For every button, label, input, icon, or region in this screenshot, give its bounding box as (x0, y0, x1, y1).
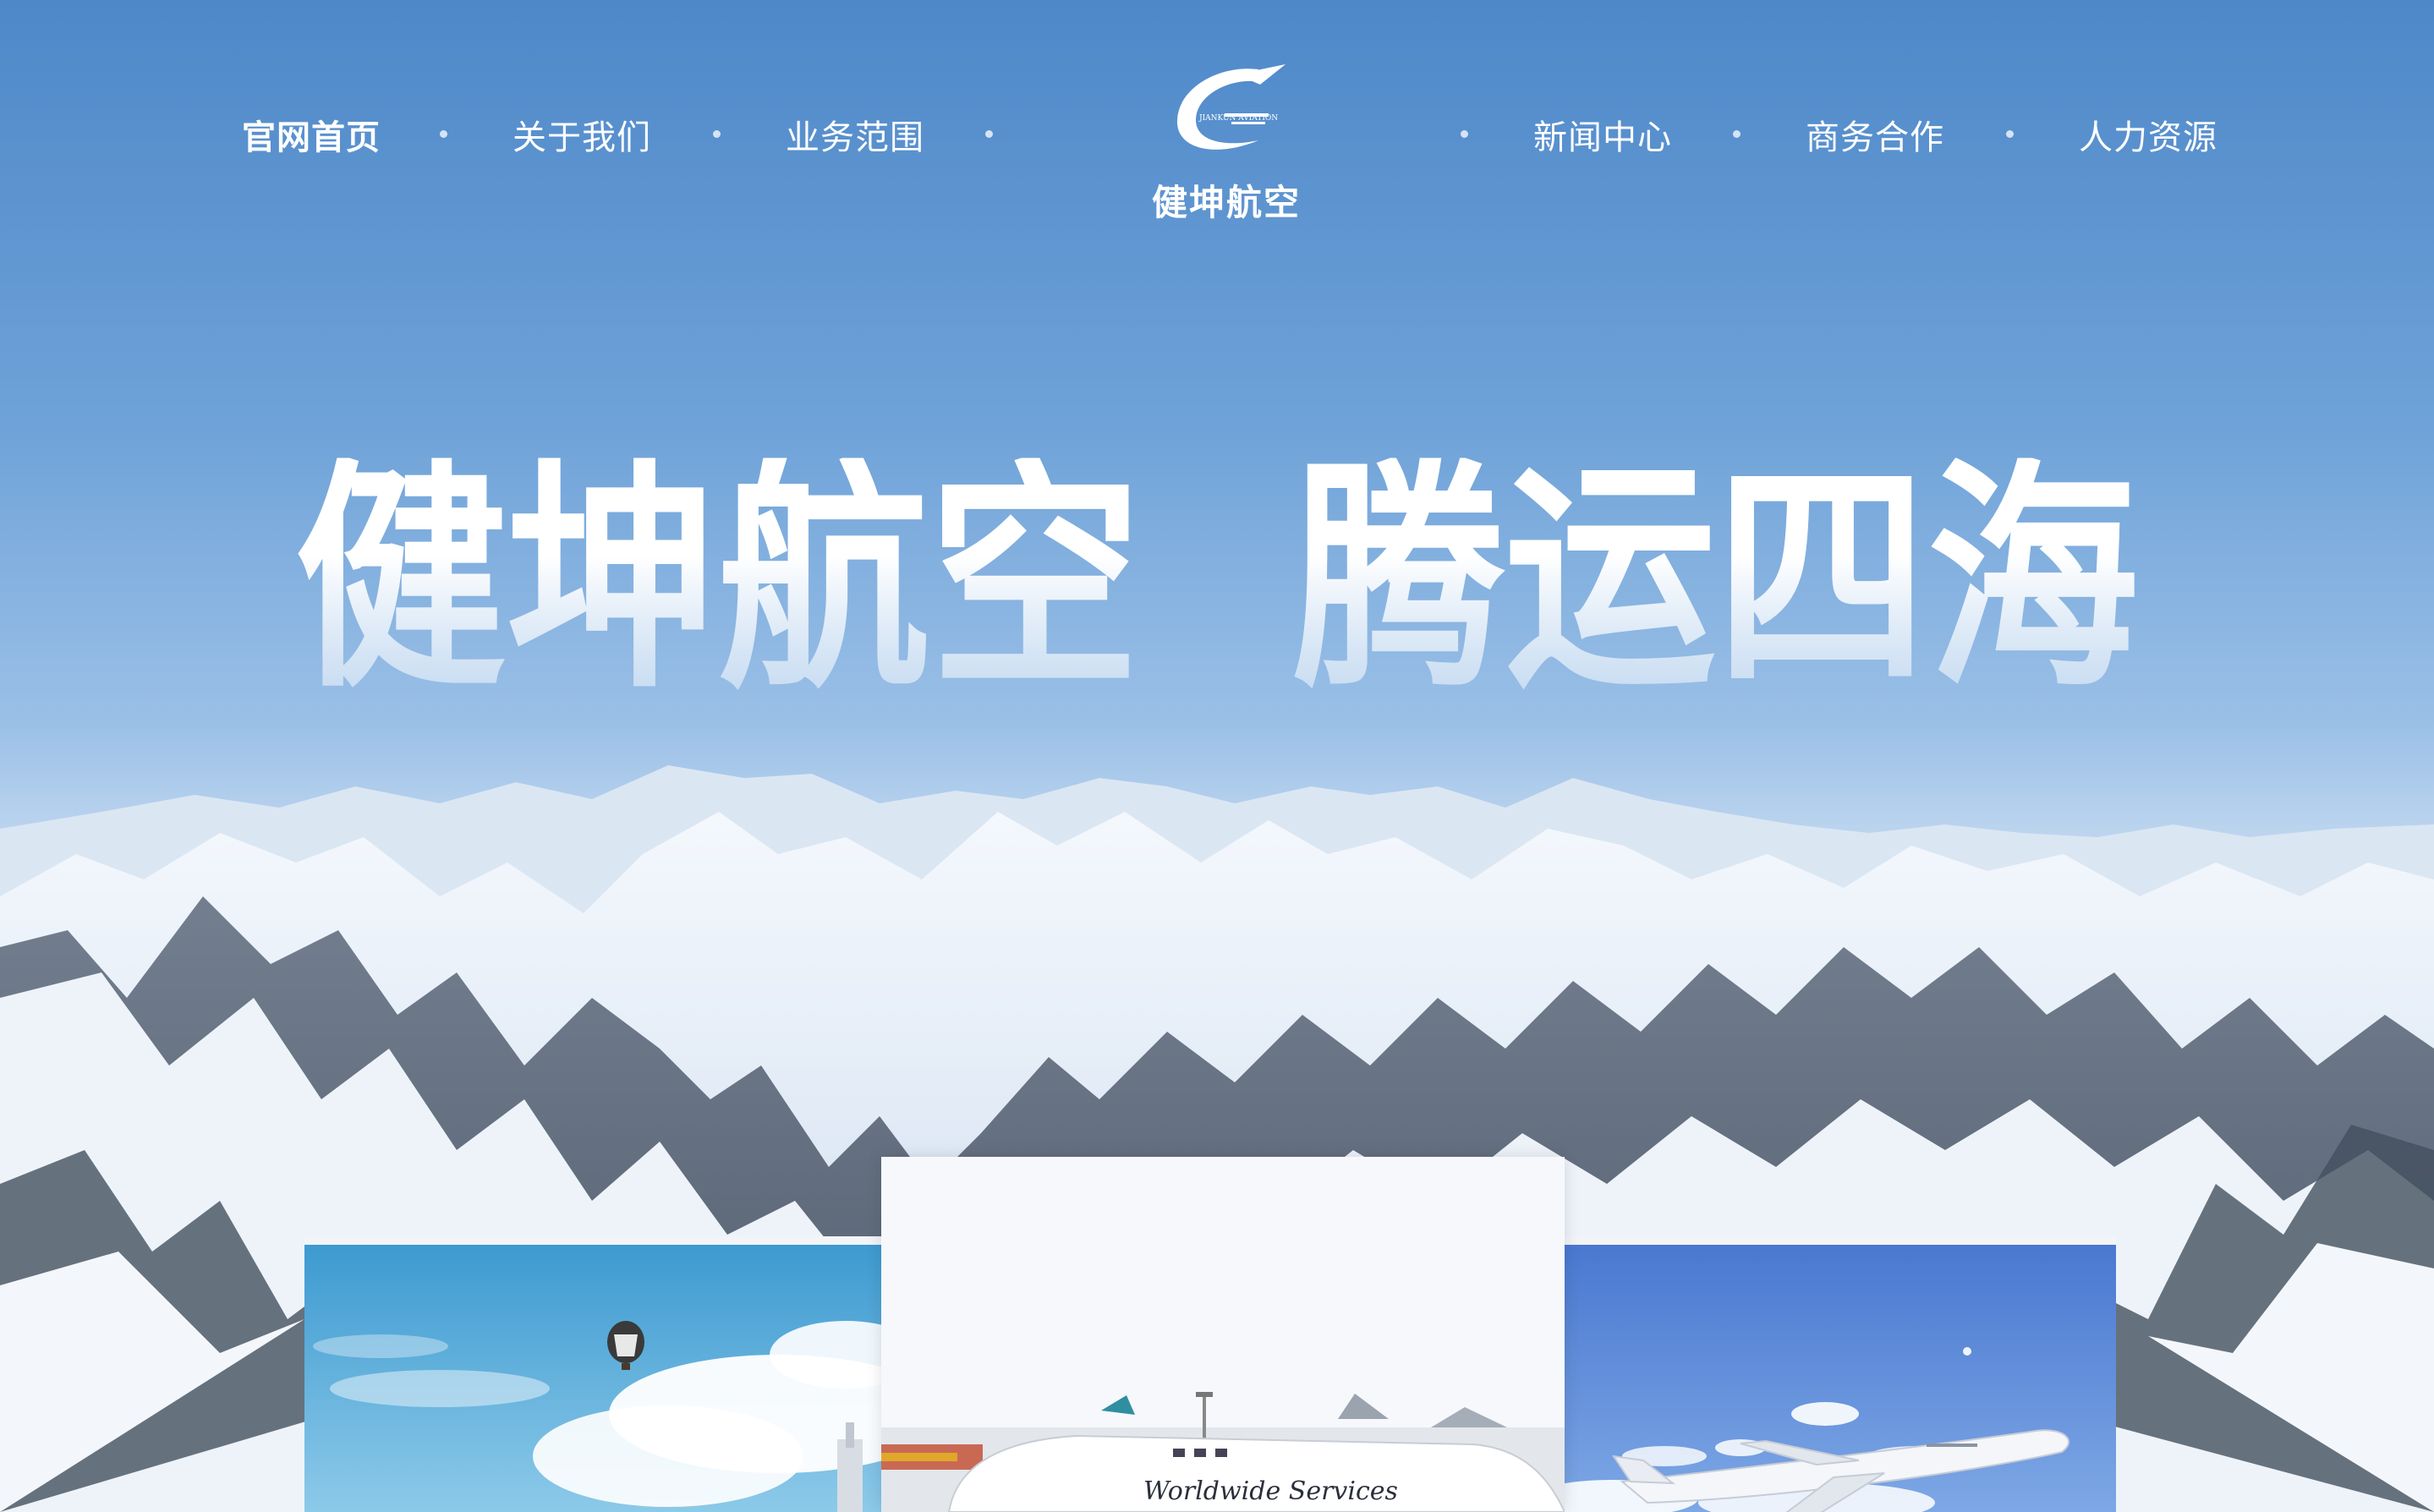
slogan-part-2: 腾运四海 (1293, 437, 2139, 720)
nav-separator-dot (440, 130, 447, 138)
nav-home[interactable]: 官网首页 (242, 110, 381, 159)
nav-separator-dot (1733, 130, 1741, 138)
logo-emblem-text: JIANKUN AVIATION (1198, 114, 1278, 123)
nav-separator-dot (713, 130, 721, 138)
photo-card-airliner[interactable] (1563, 1236, 2116, 1512)
sky-balloon-image (304, 1245, 896, 1512)
nav-separator-dot (2006, 130, 2014, 138)
cargo-plane-image: Worldwide Services (881, 1157, 1565, 1512)
swoosh-plane-icon: JIANKUN AVIATION (1176, 64, 1286, 150)
logo-name: 健坤航空 (1151, 182, 1301, 223)
nav-business-cooperation[interactable]: 商务合作 (1806, 110, 1944, 159)
nav-about-us[interactable]: 关于我们 (513, 110, 651, 159)
nav-separator-dot (1461, 130, 1468, 138)
nav-separator-dot (985, 130, 993, 138)
airliner-sky-image (1563, 1245, 2116, 1512)
hero-slogan: 健坤航空 腾运四海 (0, 457, 2434, 701)
nav-human-resources[interactable]: 人力资源 (2079, 110, 2217, 159)
plane-livery-text: Worldwide Services (1143, 1476, 1398, 1506)
nav-business-scope[interactable]: 业务范围 (786, 110, 924, 159)
photo-card-cargo-plane[interactable]: Worldwide Services (881, 1157, 1565, 1512)
photo-card-sky-balloon[interactable] (304, 1236, 896, 1512)
slogan-part-1: 健坤航空 (295, 437, 1141, 720)
homepage: 官网首页 关于我们 业务范围 新闻中心 商务合作 人力资源 JIANKUN AV… (0, 0, 2434, 1512)
nav-news-center[interactable]: 新闻中心 (1533, 110, 1672, 159)
